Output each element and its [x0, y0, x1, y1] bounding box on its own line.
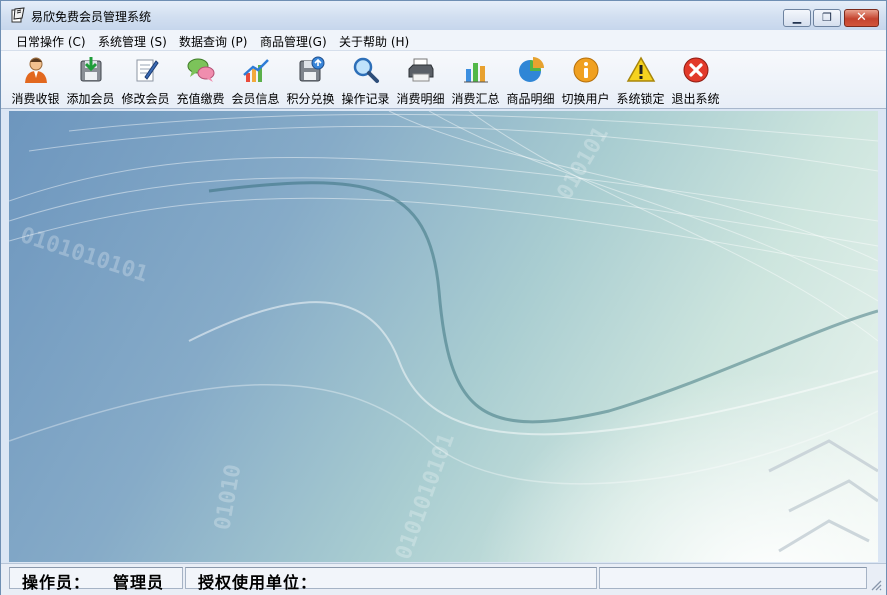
- tool-operation-log-button[interactable]: 操作记录: [338, 53, 393, 107]
- menu-goods[interactable]: 商品管理(G): [260, 33, 327, 50]
- tool-label: 会员信息: [231, 92, 280, 106]
- close-icon: ✕: [856, 10, 867, 25]
- minimize-icon: ▁: [792, 11, 802, 24]
- background-swoosh-art: 0101010101 0101010101 01010 010101: [9, 111, 878, 562]
- tool-label: 切换用户: [561, 92, 610, 106]
- tool-switch-user-button[interactable]: 切换用户: [558, 53, 613, 107]
- menu-daily[interactable]: 日常操作 (C): [16, 33, 86, 50]
- operator-value: 管理员: [113, 573, 165, 592]
- app-icon: [11, 7, 25, 23]
- tool-consumption-detail-button[interactable]: 消费明细: [393, 53, 448, 107]
- maximize-button[interactable]: ❐: [813, 9, 841, 27]
- tool-cashier-button[interactable]: 消费收银: [8, 53, 63, 107]
- menu-system[interactable]: 系统管理 (S): [98, 33, 167, 50]
- tool-goods-detail-button[interactable]: 商品明细: [503, 53, 558, 107]
- status-bar: 操作员： 管理员 授权使用单位：: [1, 563, 886, 595]
- tool-label: 商品明细: [506, 92, 555, 106]
- operator-label: 操作员：: [22, 573, 91, 592]
- menu-bar: 日常操作 (C) 系统管理 (S) 数据查询 (P) 商品管理(G) 关于帮助 …: [1, 30, 886, 51]
- warning-icon: [626, 56, 656, 82]
- tool-label: 系统锁定: [616, 92, 665, 106]
- magnifier-icon: [353, 57, 379, 83]
- status-operator-cell: 操作员： 管理员: [9, 567, 183, 592]
- printer-icon: [408, 58, 434, 82]
- tool-points-exchange-button[interactable]: 积分兑换: [283, 53, 338, 107]
- status-empty-cell: [599, 567, 867, 589]
- cashier-user-icon: [25, 57, 47, 83]
- close-button[interactable]: ✕: [844, 9, 879, 27]
- tool-label: 添加会员: [66, 92, 115, 106]
- menu-query[interactable]: 数据查询 (P): [179, 33, 247, 50]
- tool-lock-system-button[interactable]: 系统锁定: [613, 53, 668, 107]
- svg-text:01010: 01010: [210, 462, 246, 532]
- chart-up-icon: [243, 59, 269, 82]
- exit-x-icon: [683, 57, 709, 83]
- window-title: 易欣免费会员管理系统: [31, 10, 152, 24]
- tool-label: 退出系统: [671, 92, 720, 106]
- svg-text:0101010101: 0101010101: [391, 430, 460, 562]
- add-disk-icon: [80, 57, 102, 82]
- minimize-button[interactable]: ▁: [783, 9, 811, 27]
- tool-label: 修改会员: [121, 92, 170, 106]
- bar-chart-icon: [464, 63, 488, 83]
- title-bar[interactable]: 易欣免费会员管理系统 ▁ ❐ ✕: [1, 1, 886, 30]
- main-background: 0101010101 0101010101 01010 010101: [9, 111, 878, 562]
- status-license-cell: 授权使用单位：: [185, 567, 597, 592]
- tool-consumption-summary-button[interactable]: 消费汇总: [448, 53, 503, 107]
- tool-label: 操作记录: [341, 92, 390, 106]
- tool-add-member-button[interactable]: 添加会员: [63, 53, 118, 107]
- tool-label: 充值缴费: [176, 92, 225, 106]
- maximize-icon: ❐: [822, 11, 832, 24]
- tool-edit-member-button[interactable]: 修改会员: [118, 53, 173, 107]
- tool-label: 消费明细: [396, 92, 445, 106]
- tool-label: 消费收银: [11, 92, 60, 106]
- tool-exit-system-button[interactable]: 退出系统: [668, 53, 723, 107]
- license-label: 授权使用单位：: [198, 573, 318, 592]
- chat-bubbles-icon: [187, 58, 215, 82]
- menu-help[interactable]: 关于帮助 (H): [339, 33, 409, 50]
- tool-recharge-button[interactable]: 充值缴费: [173, 53, 228, 107]
- resize-grip-icon[interactable]: [870, 579, 882, 591]
- pie-chart-icon: [519, 57, 544, 82]
- svg-text:0101010101: 0101010101: [17, 223, 151, 288]
- toolbar: 消费收银 添加会员 修改会员 充值缴费 会员信息 积分兑换 操作记录 消费明细 …: [1, 51, 886, 109]
- tool-member-info-button[interactable]: 会员信息: [228, 53, 283, 107]
- tool-label: 积分兑换: [286, 92, 335, 106]
- edit-note-icon: [136, 59, 159, 82]
- save-disk-icon: [299, 56, 325, 82]
- info-icon: [573, 57, 599, 83]
- tool-label: 消费汇总: [451, 92, 500, 106]
- app-window: 易欣免费会员管理系统 ▁ ❐ ✕ 日常操作 (C) 系统管理 (S) 数据查询 …: [0, 0, 887, 595]
